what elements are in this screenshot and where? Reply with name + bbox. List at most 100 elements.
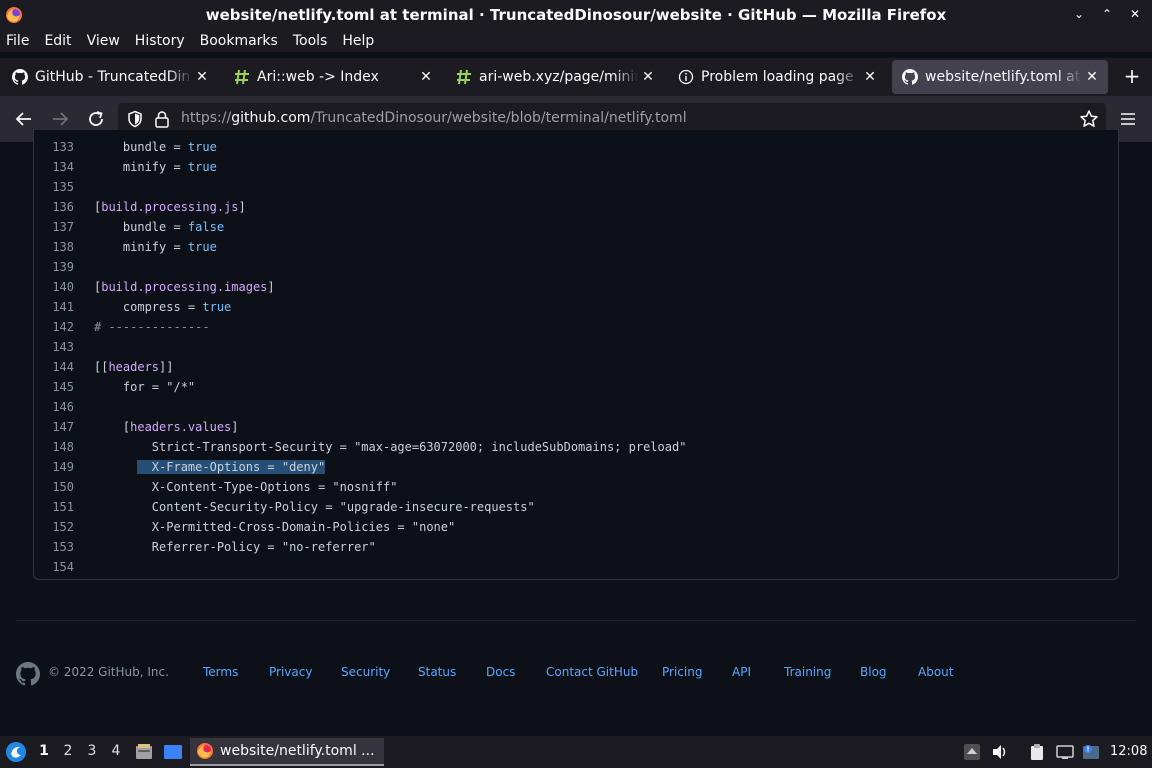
back-button[interactable] bbox=[13, 108, 35, 130]
reload-button[interactable] bbox=[85, 108, 107, 130]
line-number[interactable]: 148 bbox=[44, 437, 74, 457]
new-tab-button[interactable]: + bbox=[1122, 66, 1142, 86]
code-text: [headers.values] bbox=[94, 420, 239, 434]
code-viewer: 133 bundle = true 134 minify = true 135 … bbox=[33, 130, 1119, 580]
code-line: 139 bbox=[34, 257, 1118, 277]
menu-file[interactable]: File bbox=[6, 33, 29, 49]
tab-close-icon[interactable]: ✕ bbox=[638, 69, 658, 85]
close-window-button[interactable]: ✕ bbox=[1128, 7, 1142, 21]
line-number[interactable]: 136 bbox=[44, 197, 74, 217]
maximize-button[interactable]: ⌃ bbox=[1100, 7, 1114, 21]
footer-link-about[interactable]: About bbox=[918, 665, 953, 679]
lock-icon[interactable] bbox=[154, 110, 170, 128]
arrow-right-icon bbox=[53, 112, 69, 126]
line-number[interactable]: 145 bbox=[44, 377, 74, 397]
tab-github-website[interactable]: GitHub - TruncatedDinosour/website ✕ bbox=[2, 60, 218, 94]
code-text: Strict-Transport-Security = "max-age=630… bbox=[94, 440, 687, 454]
line-number[interactable]: 144 bbox=[44, 357, 74, 377]
code-line: 152 X-Permitted-Cross-Domain-Policies = … bbox=[34, 517, 1118, 537]
line-number[interactable]: 147 bbox=[44, 417, 74, 437]
code-line: 146 bbox=[34, 397, 1118, 417]
line-number[interactable]: 135 bbox=[44, 177, 74, 197]
menu-tools[interactable]: Tools bbox=[293, 33, 328, 49]
tab-close-icon[interactable]: ✕ bbox=[1082, 69, 1102, 85]
volume-icon[interactable] bbox=[991, 743, 1009, 761]
line-number[interactable]: 133 bbox=[44, 137, 74, 157]
minimize-button[interactable]: ⌄ bbox=[1072, 7, 1086, 21]
show-desktop-icon[interactable] bbox=[163, 742, 183, 762]
line-number[interactable]: 149 bbox=[44, 457, 74, 477]
url-text[interactable]: https://github.com/TruncatedDinosour/web… bbox=[181, 110, 687, 126]
bookmark-star-icon[interactable] bbox=[1079, 109, 1099, 129]
github-icon bbox=[12, 69, 28, 85]
menu-help[interactable]: Help bbox=[342, 33, 374, 49]
footer-link-docs[interactable]: Docs bbox=[486, 665, 515, 679]
code-text: X-Content-Type-Options = "nosniff" bbox=[94, 480, 398, 494]
line-number[interactable]: 154 bbox=[44, 557, 74, 577]
notification-icon[interactable] bbox=[1082, 743, 1100, 761]
footer-link-pricing[interactable]: Pricing bbox=[662, 665, 702, 679]
firefox-window: website/netlify.toml at terminal · Trunc… bbox=[0, 0, 1152, 768]
code-line: 145 for = "/*" bbox=[34, 377, 1118, 397]
tray-arrow-up-icon[interactable] bbox=[963, 743, 981, 761]
code-text: Content-Security-Policy = "upgrade-insec… bbox=[94, 500, 535, 514]
footer-link-blog[interactable]: Blog bbox=[860, 665, 887, 679]
line-number[interactable]: 151 bbox=[44, 497, 74, 517]
arrow-left-icon bbox=[15, 112, 31, 126]
code-line: 151 Content-Security-Policy = "upgrade-i… bbox=[34, 497, 1118, 517]
tab-ari-web-minimal[interactable]: ari-web.xyz/page/minimal ✕ bbox=[446, 60, 664, 94]
menu-hamburger-icon[interactable] bbox=[1119, 111, 1137, 127]
workspace-3[interactable]: 3 bbox=[84, 743, 100, 759]
menu-view[interactable]: View bbox=[87, 33, 120, 49]
footer-link-contact[interactable]: Contact GitHub bbox=[546, 665, 638, 679]
line-number[interactable]: 150 bbox=[44, 477, 74, 497]
network-icon[interactable] bbox=[1056, 743, 1074, 761]
tab-netlify-toml[interactable]: website/netlify.toml at terminal ✕ bbox=[892, 60, 1108, 94]
line-number[interactable]: 139 bbox=[44, 257, 74, 277]
tab-label: website/netlify.toml at terminal bbox=[925, 69, 1082, 85]
line-number[interactable]: 152 bbox=[44, 517, 74, 537]
tab-label: Ari::web -> Index bbox=[257, 69, 379, 85]
line-number[interactable]: 143 bbox=[44, 337, 74, 357]
line-number[interactable]: 134 bbox=[44, 157, 74, 177]
clipboard-icon[interactable] bbox=[1028, 743, 1046, 761]
code-line: 143 bbox=[34, 337, 1118, 357]
tab-label: GitHub - TruncatedDinosour/website bbox=[35, 69, 192, 85]
footer-link-training[interactable]: Training bbox=[784, 665, 831, 679]
line-number[interactable]: 138 bbox=[44, 237, 74, 257]
line-number[interactable]: 141 bbox=[44, 297, 74, 317]
start-menu-icon[interactable] bbox=[5, 741, 27, 763]
workspace-4[interactable]: 4 bbox=[108, 743, 124, 759]
forward-button[interactable] bbox=[49, 108, 71, 130]
tab-close-icon[interactable]: ✕ bbox=[192, 69, 212, 85]
line-number[interactable]: 137 bbox=[44, 217, 74, 237]
menu-bookmarks[interactable]: Bookmarks bbox=[200, 33, 278, 49]
workspace-2[interactable]: 2 bbox=[60, 743, 76, 759]
shield-icon[interactable] bbox=[126, 110, 144, 128]
menu-history[interactable]: History bbox=[135, 33, 185, 49]
footer-link-privacy[interactable]: Privacy bbox=[269, 665, 312, 679]
line-number[interactable]: 153 bbox=[44, 537, 74, 557]
line-number[interactable]: 142 bbox=[44, 317, 74, 337]
footer-link-terms[interactable]: Terms bbox=[203, 665, 238, 679]
footer-link-api[interactable]: API bbox=[732, 665, 751, 679]
code-line: 137 bundle = false bbox=[34, 217, 1118, 237]
code-line: 154 bbox=[34, 557, 1118, 577]
tab-problem-loading[interactable]: Problem loading page ✕ bbox=[668, 60, 886, 94]
github-mark-icon[interactable] bbox=[16, 662, 40, 686]
tab-close-icon[interactable]: ✕ bbox=[860, 69, 880, 85]
tab-bar: GitHub - TruncatedDinosour/website ✕ Ari… bbox=[0, 58, 1152, 96]
file-manager-icon[interactable] bbox=[134, 742, 154, 762]
url-path: /TruncatedDinosour/website/blob/terminal… bbox=[310, 110, 687, 126]
menu-edit[interactable]: Edit bbox=[44, 33, 71, 49]
tab-close-icon[interactable]: ✕ bbox=[416, 69, 436, 85]
footer-link-security[interactable]: Security bbox=[341, 665, 390, 679]
tab-ari-web-index[interactable]: Ari::web -> Index ✕ bbox=[224, 60, 442, 94]
workspace-1[interactable]: 1 bbox=[36, 743, 52, 759]
selected-text[interactable]: X-Frame-Options = "deny" bbox=[137, 460, 326, 474]
taskbar-task-firefox[interactable]: website/netlify.toml ... bbox=[190, 738, 384, 766]
code-text: minify = true bbox=[94, 240, 217, 254]
footer-link-status[interactable]: Status bbox=[418, 665, 456, 679]
line-number[interactable]: 140 bbox=[44, 277, 74, 297]
line-number[interactable]: 146 bbox=[44, 397, 74, 417]
